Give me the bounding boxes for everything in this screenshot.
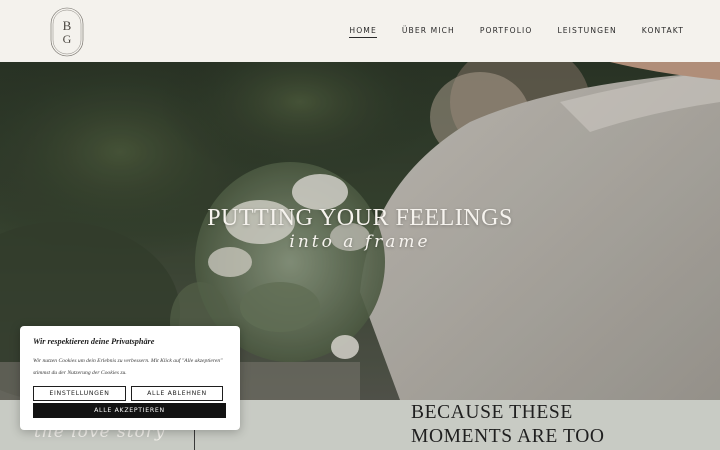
nav-leistungen[interactable]: LEISTUNGEN: [557, 26, 616, 38]
section-heading-line2: MOMENTS ARE TOO: [411, 426, 605, 447]
monogram-logo[interactable]: B G: [50, 7, 84, 57]
nav-portfolio[interactable]: PORTFOLIO: [480, 26, 533, 38]
nav-kontakt[interactable]: KONTAKT: [642, 26, 684, 38]
cookie-accept-button[interactable]: ALLE AKZEPTIEREN: [33, 403, 226, 418]
hero-title: PUTTING YOUR FEELINGS: [207, 205, 513, 231]
section-heading-line1: BECAUSE THESE: [411, 402, 573, 423]
hero-script-subtitle: into a frame: [289, 232, 431, 252]
site-header: B G HOME ÜBER MICH PORTFOLIO LEISTUNGEN …: [0, 0, 720, 62]
logo-letter-b: B: [63, 18, 72, 33]
section-heading: BECAUSE THESE MOMENTS ARE TOO: [411, 401, 605, 449]
logo-letter-g: G: [63, 32, 72, 46]
cookie-banner: Wir respektieren deine Privatsphäre Wir …: [20, 326, 240, 430]
nav-ueber-mich[interactable]: ÜBER MICH: [402, 26, 455, 38]
cookie-decline-button[interactable]: ALLE ABLEHNEN: [131, 386, 223, 401]
main-nav: HOME ÜBER MICH PORTFOLIO LEISTUNGEN KONT…: [324, 26, 684, 38]
cookie-title: Wir respektieren deine Privatsphäre: [33, 337, 155, 346]
cookie-settings-button[interactable]: EINSTELLUNGEN: [33, 386, 126, 401]
cookie-text: Wir nutzen Cookies um dein Erlebnis zu v…: [33, 358, 223, 376]
nav-home[interactable]: HOME: [349, 26, 377, 38]
